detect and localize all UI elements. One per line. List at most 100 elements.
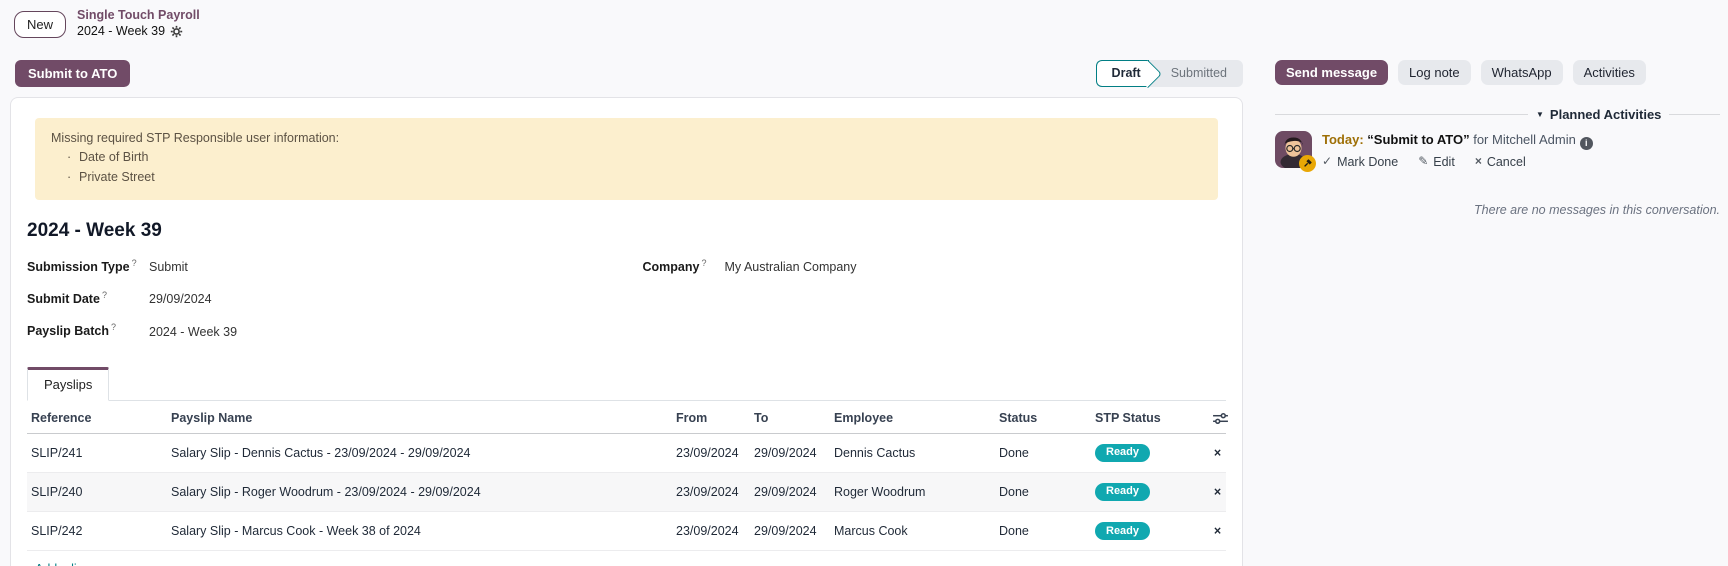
form-sheet: Missing required STP Responsible user in… <box>10 97 1243 566</box>
mark-done-button[interactable]: ✓Mark Done <box>1322 153 1398 171</box>
col-header-from[interactable]: From <box>672 401 750 434</box>
activity-due: Today: <box>1322 132 1364 147</box>
activities-button[interactable]: Activities <box>1573 60 1646 85</box>
gavel-icon <box>1302 158 1313 169</box>
warning-title: Missing required STP Responsible user in… <box>51 129 1202 148</box>
table-row[interactable]: SLIP/241Salary Slip - Dennis Cactus - 23… <box>27 433 1226 472</box>
status-step-draft[interactable]: Draft <box>1096 60 1149 87</box>
col-header-employee[interactable]: Employee <box>830 401 995 434</box>
planned-activities-label: Planned Activities <box>1550 107 1662 122</box>
activity-item: Today: “Submit to ATO” for Mitchell Admi… <box>1275 131 1720 171</box>
cell-stp-status[interactable]: Ready <box>1091 512 1209 551</box>
help-icon: ? <box>132 258 137 268</box>
payslip-table-body: SLIP/241Salary Slip - Dennis Cactus - 23… <box>27 433 1226 551</box>
table-row[interactable]: SLIP/240Salary Slip - Roger Woodrum - 23… <box>27 472 1226 511</box>
delete-row-icon[interactable]: × <box>1209 472 1226 511</box>
empty-thread-message: There are no messages in this conversati… <box>1275 203 1720 217</box>
col-header-status[interactable]: Status <box>995 401 1091 434</box>
col-header-to[interactable]: To <box>750 401 830 434</box>
table-header-row: Reference Payslip Name From To Employee … <box>27 401 1226 434</box>
planned-activities-header[interactable]: ▼ Planned Activities <box>1275 107 1720 122</box>
whatsapp-button[interactable]: WhatsApp <box>1481 60 1563 85</box>
cell-from[interactable]: 23/09/2024 <box>672 512 750 551</box>
cell-reference[interactable]: SLIP/240 <box>27 472 167 511</box>
cell-to[interactable]: 29/09/2024 <box>750 472 830 511</box>
col-header-stp-status[interactable]: STP Status <box>1091 401 1209 434</box>
field-value-payslip-batch[interactable]: 2024 - Week 39 <box>149 325 611 339</box>
status-step-submitted[interactable]: Submitted <box>1149 60 1243 87</box>
field-group-right: Company? My Australian Company <box>643 258 1227 354</box>
activity-summary-line: Today: “Submit to ATO” for Mitchell Admi… <box>1322 131 1593 150</box>
log-note-button[interactable]: Log note <box>1398 60 1471 85</box>
field-group-left: Submission Type? Submit Submit Date? 29/… <box>27 258 611 354</box>
cell-stp-status[interactable]: Ready <box>1091 472 1209 511</box>
info-icon[interactable]: i <box>1580 137 1593 150</box>
cell-employee[interactable]: Dennis Cactus <box>830 433 995 472</box>
table-row[interactable]: SLIP/242Salary Slip - Marcus Cook - Week… <box>27 512 1226 551</box>
cell-status[interactable]: Done <box>995 512 1091 551</box>
warning-alert: Missing required STP Responsible user in… <box>35 118 1218 200</box>
activity-summary: “Submit to ATO” <box>1367 132 1469 147</box>
gear-icon[interactable] <box>170 25 183 38</box>
new-button[interactable]: New <box>14 11 66 38</box>
cell-employee[interactable]: Roger Woodrum <box>830 472 995 511</box>
status-widget: Draft Submitted <box>1096 60 1243 87</box>
cell-payslip-name[interactable]: Salary Slip - Marcus Cook - Week 38 of 2… <box>167 512 672 551</box>
warning-item: ·Private Street <box>67 168 1202 187</box>
page-title[interactable]: 2024 - Week 39 <box>27 220 1226 242</box>
warning-item: ·Date of Birth <box>67 148 1202 167</box>
activity-type-badge <box>1299 155 1316 172</box>
cell-from[interactable]: 23/09/2024 <box>672 433 750 472</box>
bullet-icon: · <box>67 148 79 167</box>
pencil-icon: ✎ <box>1418 153 1428 170</box>
edit-activity-button[interactable]: ✎Edit <box>1418 153 1455 171</box>
field-label-submit-date: Submit Date? <box>27 290 149 306</box>
breadcrumb-parent-link[interactable]: Single Touch Payroll <box>77 8 200 24</box>
cell-payslip-name[interactable]: Salary Slip - Dennis Cactus - 23/09/2024… <box>167 433 672 472</box>
chatter-panel: Send message Log note WhatsApp Activitie… <box>1253 48 1728 566</box>
submit-to-ato-button[interactable]: Submit to ATO <box>15 60 130 87</box>
col-header-payslip-name[interactable]: Payslip Name <box>167 401 672 434</box>
caret-down-icon: ▼ <box>1536 110 1544 119</box>
help-icon: ? <box>111 322 116 332</box>
field-label-payslip-batch: Payslip Batch? <box>27 322 149 338</box>
cell-payslip-name[interactable]: Salary Slip - Roger Woodrum - 23/09/2024… <box>167 472 672 511</box>
divider-line <box>1669 114 1720 115</box>
send-message-button[interactable]: Send message <box>1275 60 1388 85</box>
delete-row-icon[interactable]: × <box>1209 512 1226 551</box>
field-value-submit-date[interactable]: 29/09/2024 <box>149 292 611 306</box>
stp-status-badge: Ready <box>1095 444 1150 462</box>
field-label-company: Company? <box>643 258 725 274</box>
divider-line <box>1275 114 1528 115</box>
field-label-submission-type: Submission Type? <box>27 258 149 274</box>
cell-reference[interactable]: SLIP/241 <box>27 433 167 472</box>
cell-status[interactable]: Done <box>995 433 1091 472</box>
optional-columns-icon[interactable] <box>1213 412 1228 425</box>
stp-status-badge: Ready <box>1095 522 1150 540</box>
form-view: Submit to ATO Draft Submitted Missing re… <box>0 48 1253 566</box>
field-value-submission-type[interactable]: Submit <box>149 260 611 274</box>
status-draft-label: Draft <box>1112 66 1141 80</box>
field-value-company[interactable]: My Australian Company <box>725 260 1227 274</box>
cell-to[interactable]: 29/09/2024 <box>750 433 830 472</box>
stp-status-badge: Ready <box>1095 483 1150 501</box>
cell-status[interactable]: Done <box>995 472 1091 511</box>
add-a-line-link[interactable]: Add a line <box>35 562 91 566</box>
col-header-reference[interactable]: Reference <box>27 401 167 434</box>
cell-reference[interactable]: SLIP/242 <box>27 512 167 551</box>
cancel-activity-button[interactable]: ×Cancel <box>1475 153 1526 171</box>
cell-from[interactable]: 23/09/2024 <box>672 472 750 511</box>
cell-employee[interactable]: Marcus Cook <box>830 512 995 551</box>
check-icon: ✓ <box>1322 153 1332 170</box>
statusbar: Submit to ATO Draft Submitted <box>10 60 1243 87</box>
breadcrumb-current: 2024 - Week 39 <box>77 24 165 40</box>
activity-assignee: for Mitchell Admin <box>1473 132 1576 147</box>
cell-stp-status[interactable]: Ready <box>1091 433 1209 472</box>
add-line-row: Add a line <box>27 551 1226 566</box>
help-icon: ? <box>701 258 706 268</box>
bullet-icon: · <box>67 168 79 187</box>
tab-payslips[interactable]: Payslips <box>27 367 109 401</box>
cell-to[interactable]: 29/09/2024 <box>750 512 830 551</box>
avatar[interactable] <box>1275 131 1312 168</box>
delete-row-icon[interactable]: × <box>1209 433 1226 472</box>
